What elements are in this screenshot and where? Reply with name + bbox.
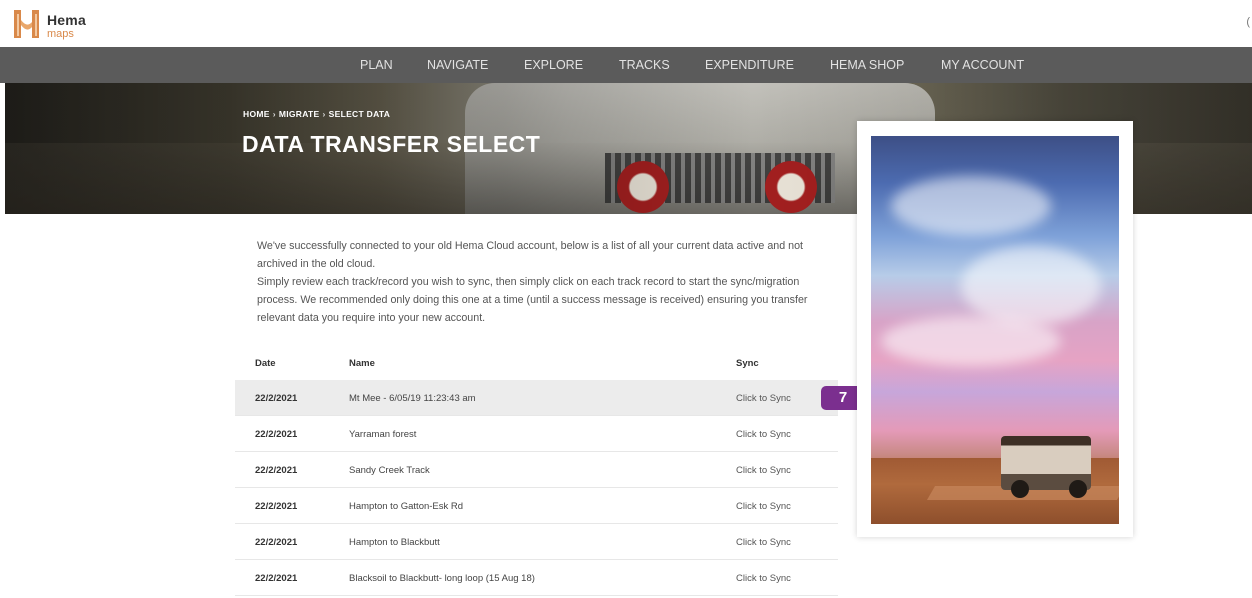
nav-item-expenditure[interactable]: EXPENDITURE: [705, 47, 794, 83]
breadcrumb-separator: ›: [322, 109, 326, 119]
edge-glyph: (: [1246, 16, 1250, 28]
row-date: 22/2/2021: [255, 501, 298, 512]
click-to-sync-link[interactable]: Click to Sync: [736, 429, 791, 440]
breadcrumb: HOME › MIGRATE › SELECT DATA: [243, 109, 390, 119]
click-to-sync-link[interactable]: Click to Sync: [736, 465, 791, 476]
sky-cloud: [881, 316, 1061, 366]
vehicle-wheel: [1011, 480, 1029, 498]
breadcrumb-home[interactable]: HOME: [243, 109, 270, 119]
table-row[interactable]: 22/2/2021 Hampton to Blackbutt Click to …: [235, 524, 838, 560]
nav-item-hema-shop[interactable]: HEMA SHOP: [830, 47, 904, 83]
logo-subtext: maps: [47, 28, 74, 40]
click-to-sync-link[interactable]: Click to Sync: [736, 537, 791, 548]
column-header-name: Name: [349, 358, 375, 369]
table-row[interactable]: 22/2/2021 Hampton to Gatton-Esk Rd Click…: [235, 488, 838, 524]
table-header: Date Name Sync: [235, 346, 849, 380]
outback-sunset-image: [871, 136, 1119, 524]
row-date: 22/2/2021: [255, 429, 298, 440]
top-bar: Hema maps (: [0, 0, 1252, 47]
row-date: 22/2/2021: [255, 537, 298, 548]
row-date: 22/2/2021: [255, 465, 298, 476]
column-header-date: Date: [255, 358, 276, 369]
nav-item-explore[interactable]: EXPLORE: [524, 47, 583, 83]
row-date: 22/2/2021: [255, 573, 298, 584]
click-to-sync-link[interactable]: Click to Sync: [736, 393, 791, 404]
row-name: Sandy Creek Track: [349, 465, 430, 476]
table-row[interactable]: 22/2/2021 Mt Mee - 6/05/19 11:23:43 am C…: [235, 380, 838, 416]
page-title: DATA TRANSFER SELECT: [242, 131, 541, 157]
breadcrumb-migrate[interactable]: MIGRATE: [279, 109, 320, 119]
sky-cloud: [891, 176, 1051, 236]
logo-wordmark: Hema: [47, 12, 86, 28]
intro-paragraph-2: Simply review each track/record you wish…: [257, 276, 808, 324]
vehicle-wheel: [1069, 480, 1087, 498]
sync-table: Date Name Sync 22/2/2021 Mt Mee - 6/05/1…: [235, 346, 849, 598]
row-name: Hampton to Blackbutt: [349, 537, 440, 548]
row-name: Yarraman forest: [349, 429, 417, 440]
hema-logo-icon: [14, 10, 39, 38]
nav-item-my-account[interactable]: MY ACCOUNT: [941, 47, 1024, 83]
table-row[interactable]: 22/2/2021 Sandy Creek Track Click to Syn…: [235, 452, 838, 488]
intro-text: We've successfully connected to your old…: [257, 237, 842, 327]
row-name: Hampton to Gatton-Esk Rd: [349, 501, 464, 512]
row-date: 22/2/2021: [255, 393, 298, 404]
breadcrumb-separator: ›: [272, 109, 276, 119]
hema-maps-logo[interactable]: Hema maps: [12, 8, 112, 40]
nav-item-tracks[interactable]: TRACKS: [619, 47, 670, 83]
click-to-sync-link[interactable]: Click to Sync: [736, 573, 791, 584]
column-header-sync: Sync: [736, 358, 759, 369]
table-row[interactable]: 22/2/2021 Yarraman forest Click to Sync: [235, 416, 838, 452]
nav-item-navigate[interactable]: NAVIGATE: [427, 47, 488, 83]
side-image-card: [857, 121, 1133, 537]
row-name: Mt Mee - 6/05/19 11:23:43 am: [349, 393, 476, 404]
nav-item-plan[interactable]: PLAN: [360, 47, 393, 83]
breadcrumb-select-data: SELECT DATA: [328, 109, 391, 119]
main-nav: PLAN NAVIGATE EXPLORE TRACKS EXPENDITURE…: [0, 47, 1252, 83]
row-name: Blacksoil to Blackbutt- long loop (15 Au…: [349, 573, 535, 584]
sky-cloud: [961, 246, 1101, 326]
table-row[interactable]: 22/2/2021 Blacksoil to Blackbutt- long l…: [235, 560, 838, 596]
intro-paragraph-1: We've successfully connected to your old…: [257, 240, 804, 270]
click-to-sync-link[interactable]: Click to Sync: [736, 501, 791, 512]
